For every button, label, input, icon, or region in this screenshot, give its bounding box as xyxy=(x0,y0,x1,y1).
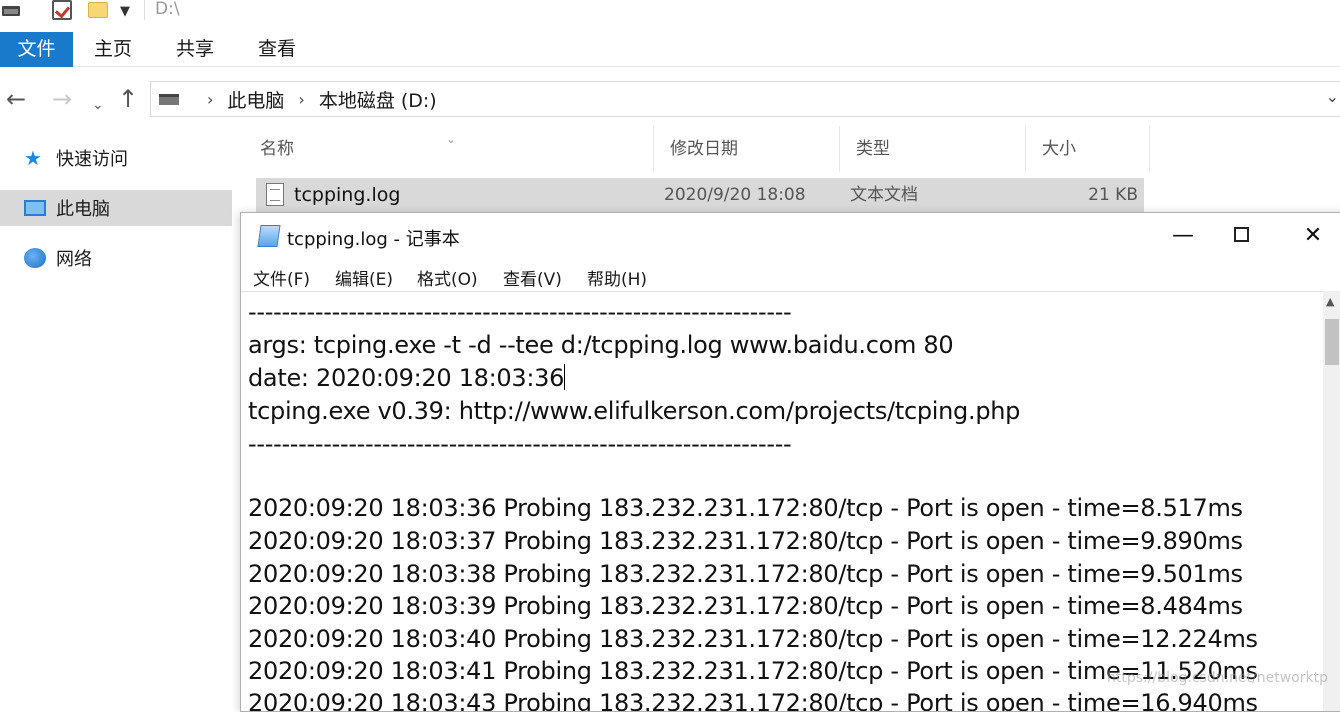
properties-check-icon[interactable] xyxy=(52,0,72,20)
sort-chevron-icon: ⌄ xyxy=(446,132,457,146)
tab-share[interactable]: 共享 xyxy=(168,32,222,67)
notepad-menu-bar: 文件(F) 编辑(E) 格式(O) 查看(V) 帮助(H) xyxy=(241,263,1340,291)
text-line: tcping.exe v0.39: http://www.elifulkerso… xyxy=(248,397,1021,425)
quick-access-toolbar: ▼ D:\ xyxy=(0,0,1340,24)
computer-icon xyxy=(24,200,46,216)
watermark-text: https://blog.csdn.net/networktp xyxy=(1107,670,1328,686)
text-line: 2020:09:20 18:03:43 Probing 183.232.231.… xyxy=(248,689,1258,711)
drive-icon xyxy=(159,93,179,105)
close-icon[interactable]: ✕ xyxy=(1293,221,1333,251)
breadcrumb-separator-icon[interactable]: › xyxy=(298,90,304,109)
text-file-icon xyxy=(266,183,284,206)
file-date: 2020/9/20 18:08 xyxy=(664,185,806,205)
menu-view[interactable]: 查看(V) xyxy=(503,265,562,290)
text-line: ----------------------------------------… xyxy=(248,430,792,458)
text-line: 2020:09:20 18:03:40 Probing 183.232.231.… xyxy=(248,625,1258,653)
address-bar[interactable]: › 此电脑 › 本地磁盘 (D:) ⌄ xyxy=(150,81,1340,117)
scrollbar-thumb[interactable] xyxy=(1325,319,1339,365)
text-line: 2020:09:20 18:03:37 Probing 183.232.231.… xyxy=(248,527,1243,555)
notepad-text-area[interactable]: ----------------------------------------… xyxy=(241,291,1323,711)
file-list-header: ⌄ 名称 修改日期 类型 大小 xyxy=(244,126,1154,172)
tab-home[interactable]: 主页 xyxy=(86,32,140,67)
navigation-pane: ★ 快速访问 此电脑 网络 xyxy=(0,140,232,290)
tab-file[interactable]: 文件 xyxy=(0,32,73,67)
column-header-type[interactable]: 类型 xyxy=(840,126,1026,172)
maximize-icon[interactable] xyxy=(1221,221,1261,251)
sidebar-item-this-pc[interactable]: 此电脑 xyxy=(0,190,232,226)
text-line: 2020:09:20 18:03:36 Probing 183.232.231.… xyxy=(248,494,1243,522)
ribbon-tabs: 文件 主页 共享 查看 xyxy=(0,32,1340,67)
scroll-up-arrow-icon[interactable]: ▲ xyxy=(1326,295,1334,308)
text-caret xyxy=(564,364,566,390)
notepad-icon xyxy=(257,225,281,247)
notepad-window: tcpping.log - 记事本 — ✕ 文件(F) 编辑(E) 格式(O) … xyxy=(240,212,1340,712)
sidebar-item-label: 网络 xyxy=(56,249,92,270)
sidebar-item-quick-access[interactable]: ★ 快速访问 xyxy=(0,140,232,176)
menu-format[interactable]: 格式(O) xyxy=(417,265,478,290)
title-path: D:\ xyxy=(144,0,180,20)
text-line-content: date: 2020:09:20 18:03:36 xyxy=(248,364,565,392)
text-line: ----------------------------------------… xyxy=(248,298,792,326)
star-icon: ★ xyxy=(24,146,42,170)
menu-help[interactable]: 帮助(H) xyxy=(587,265,647,290)
menu-edit[interactable]: 编辑(E) xyxy=(335,265,393,290)
breadcrumb-local-disk[interactable]: 本地磁盘 (D:) xyxy=(319,86,437,113)
tab-view[interactable]: 查看 xyxy=(250,32,304,67)
column-header-name[interactable]: ⌄ 名称 xyxy=(244,126,654,172)
network-icon xyxy=(24,248,46,268)
drive-icon[interactable] xyxy=(2,6,20,16)
file-type: 文本文档 xyxy=(850,185,918,205)
breadcrumb-this-pc[interactable]: 此电脑 xyxy=(227,86,284,113)
notepad-title-bar[interactable]: tcpping.log - 记事本 — ✕ xyxy=(241,213,1340,261)
column-header-size[interactable]: 大小 xyxy=(1026,126,1150,172)
text-line: args: tcping.exe -t -d --tee d:/tcpping.… xyxy=(248,331,954,359)
column-header-date[interactable]: 修改日期 xyxy=(654,126,840,172)
file-name: tcpping.log xyxy=(294,184,401,206)
notepad-title: tcpping.log - 记事本 xyxy=(287,229,460,250)
recent-locations-chevron-icon[interactable]: ⌄ xyxy=(92,90,104,120)
sidebar-item-network[interactable]: 网络 xyxy=(0,240,232,276)
text-line: 2020:09:20 18:03:38 Probing 183.232.231.… xyxy=(248,560,1243,588)
back-arrow-icon[interactable]: ← xyxy=(6,84,26,114)
breadcrumb-separator-icon[interactable]: › xyxy=(207,90,213,109)
file-row[interactable]: tcpping.log 2020/9/20 18:08 文本文档 21 KB xyxy=(256,178,1144,212)
new-folder-icon[interactable] xyxy=(88,2,108,18)
file-size: 21 KB xyxy=(1088,185,1138,205)
vertical-scrollbar[interactable]: ▲ xyxy=(1323,291,1340,711)
forward-arrow-icon[interactable]: → xyxy=(52,84,72,114)
up-arrow-icon[interactable]: ↑ xyxy=(118,84,138,114)
text-line: 2020:09:20 18:03:39 Probing 183.232.231.… xyxy=(248,592,1243,620)
sidebar-item-label: 此电脑 xyxy=(56,199,110,220)
minimize-icon[interactable]: — xyxy=(1163,221,1203,251)
column-label: 名称 xyxy=(260,139,294,159)
customize-toolbar-dropdown-icon[interactable]: ▼ xyxy=(120,4,130,19)
chevron-down-icon[interactable]: ⌄ xyxy=(1326,87,1339,106)
text-line: date: 2020:09:20 18:03:36 xyxy=(248,364,566,392)
navigation-bar: ← → ⌄ ↑ › 此电脑 › 本地磁盘 (D:) ⌄ xyxy=(0,78,1340,120)
menu-file[interactable]: 文件(F) xyxy=(253,265,310,290)
sidebar-item-label: 快速访问 xyxy=(56,149,128,170)
